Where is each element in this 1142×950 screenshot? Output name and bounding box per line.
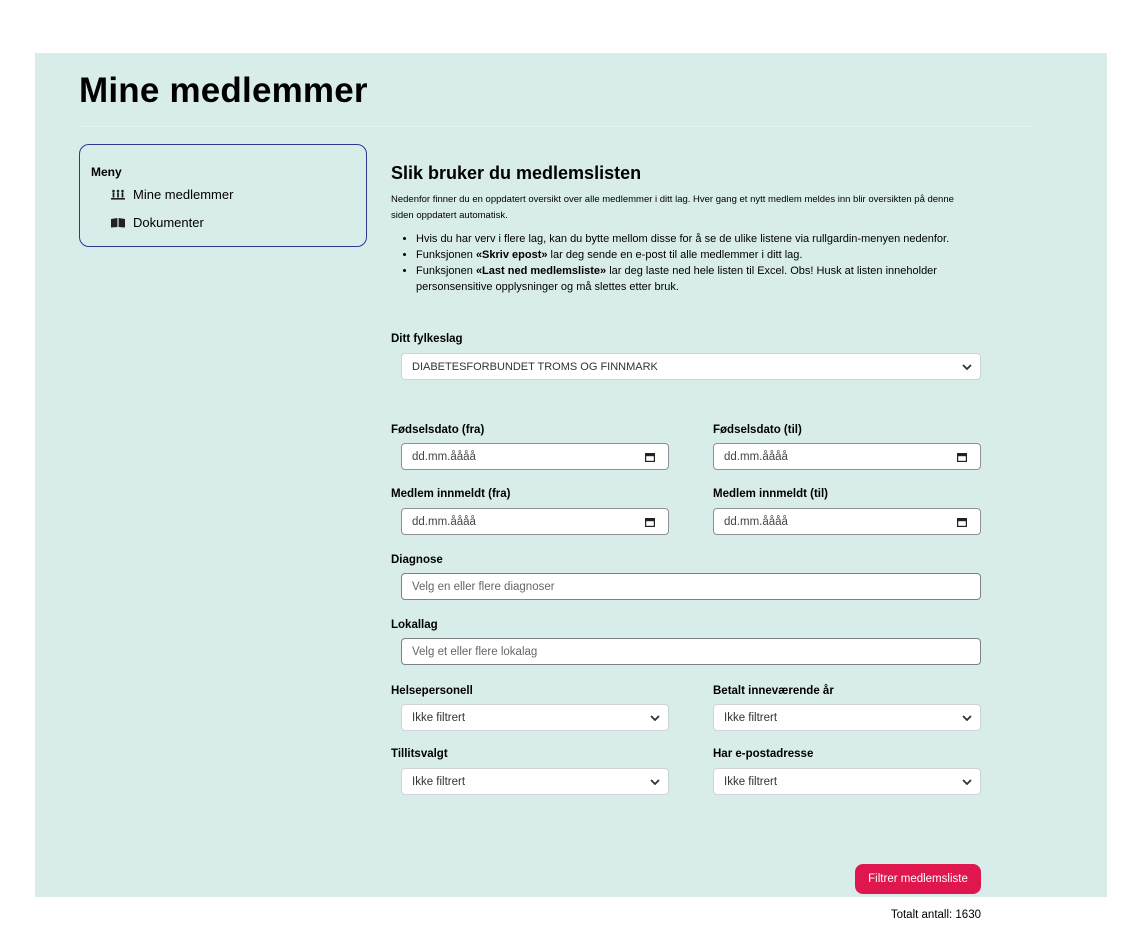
epost-label: Har e-postadresse (713, 748, 814, 760)
sidebar-item-label: Mine medlemmer (133, 187, 234, 202)
page-panel: Mine medlemmer Meny Mine medlemmer Dokum… (35, 53, 1107, 921)
books-icon (111, 218, 125, 228)
calendar-icon[interactable] (957, 453, 967, 462)
lokallag-multiselect[interactable]: Velg et eller flere lokalag (401, 638, 981, 665)
chevron-down-icon (962, 779, 972, 786)
members-icon (111, 189, 125, 200)
divider (79, 126, 1031, 127)
list-item: Hvis du har verv i flere lag, kan du byt… (416, 231, 971, 247)
total-count: Totalt antall: 1630 (890, 909, 981, 921)
lokallag-label: Lokallag (391, 619, 438, 631)
chevron-down-icon (650, 779, 660, 786)
chevron-down-icon (962, 715, 972, 722)
instructions-list: Hvis du har verv i flere lag, kan du byt… (391, 231, 971, 295)
calendar-icon[interactable] (645, 453, 655, 462)
diagnose-multiselect[interactable]: Velg en eller flere diagnoser (401, 573, 981, 600)
betalt-label: Betalt inneværende år (713, 685, 834, 697)
tillitsvalgt-select[interactable]: Ikke filtrert (401, 768, 669, 795)
section-title: Slik bruker du medlemslisten (391, 163, 642, 183)
birth-from-date-input[interactable]: dd.mm.åååå (401, 443, 669, 470)
birth-to-label: Fødselsdato (til) (713, 424, 802, 436)
diagnose-label: Diagnose (391, 554, 443, 566)
birth-from-label: Fødselsdato (fra) (391, 424, 485, 436)
sidebar-menu: Meny Mine medlemmer Dokumenter (79, 144, 367, 247)
joined-from-label: Medlem innmeldt (fra) (391, 488, 511, 500)
helsepersonell-label: Helsepersonell (391, 685, 473, 697)
list-item: Funksjonen «Skriv epost» lar deg sende e… (416, 247, 971, 263)
sidebar-item-label: Dokumenter (133, 215, 204, 230)
helsepersonell-select[interactable]: Ikke filtrert (401, 704, 669, 731)
sidebar-item-mine-medlemmer[interactable]: Mine medlemmer (111, 187, 233, 202)
betalt-select[interactable]: Ikke filtrert (713, 704, 981, 731)
joined-to-date-input[interactable]: dd.mm.åååå (713, 508, 981, 535)
calendar-icon[interactable] (645, 518, 655, 527)
fylkeslag-value: DIABETESFORBUNDET TROMS OG FINNMARK (412, 360, 658, 373)
filter-button[interactable]: Filtrer medlemsliste (855, 864, 981, 894)
joined-from-date-input[interactable]: dd.mm.åååå (401, 508, 669, 535)
joined-to-label: Medlem innmeldt (til) (713, 488, 828, 500)
chevron-down-icon (962, 364, 972, 371)
calendar-icon[interactable] (957, 518, 967, 527)
sidebar-item-dokumenter[interactable]: Dokumenter (111, 215, 204, 230)
list-item: Funksjonen «Last ned medlemsliste» lar d… (416, 263, 971, 295)
page-title: Mine medlemmer (79, 71, 368, 110)
menu-heading: Meny (91, 165, 122, 179)
tillitsvalgt-label: Tillitsvalgt (391, 748, 448, 760)
chevron-down-icon (650, 715, 660, 722)
intro-text: Nedenfor finner du en oppdatert oversikt… (391, 194, 954, 221)
epost-select[interactable]: Ikke filtrert (713, 768, 981, 795)
fylkeslag-select[interactable]: DIABETESFORBUNDET TROMS OG FINNMARK (401, 353, 981, 380)
birth-to-date-input[interactable]: dd.mm.åååå (713, 443, 981, 470)
fylkeslag-label: Ditt fylkeslag (391, 333, 463, 345)
